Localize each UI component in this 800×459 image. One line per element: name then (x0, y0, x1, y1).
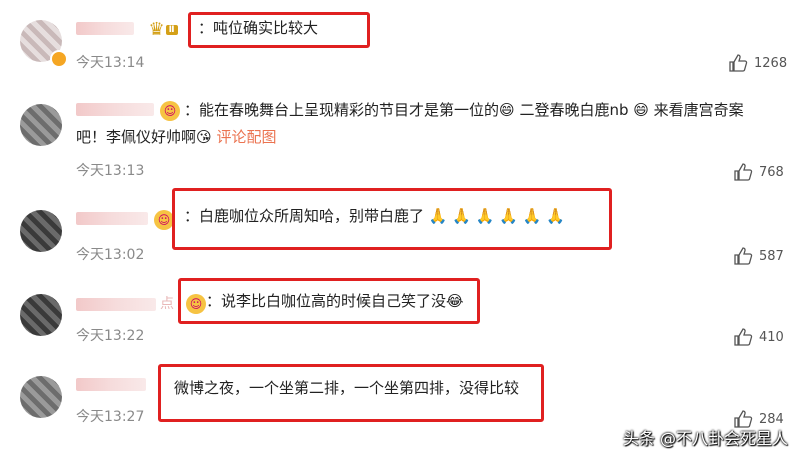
comment-time: 今天13:02 (76, 247, 145, 263)
avatar[interactable] (20, 294, 62, 336)
pray-emoji-icon: 🙏 🙏 🙏 🙏 🙏 🙏 (428, 207, 565, 225)
thumbs-up-icon (729, 54, 748, 72)
nickname-suffix: 点 (160, 296, 174, 312)
comment-text-line-2: 吧！李佩仪好帅啊😘 评论配图 (76, 124, 276, 150)
avatar[interactable] (20, 376, 62, 418)
like-button[interactable]: 587 (733, 247, 784, 265)
laughing-emoji-icon: 😄 (633, 101, 649, 119)
comment-text: ：吨位确实比较大 (198, 19, 319, 37)
like-button[interactable]: 410 (733, 328, 784, 346)
wink-emoji-icon: 😘 (196, 128, 212, 146)
avatar[interactable] (20, 104, 62, 146)
nickname[interactable] (76, 298, 156, 311)
comment-time: 今天13:14 (76, 55, 145, 71)
comment-text: ：白鹿咖位众所周知哈，别带白鹿了 🙏 🙏 🙏 🙏 🙏 🙏 (184, 203, 565, 229)
fan-badge-icon: ☺ (154, 210, 174, 230)
thumbs-up-icon (734, 163, 753, 181)
comment-image-link[interactable]: 评论配图 (216, 128, 276, 146)
like-count: 587 (759, 248, 784, 264)
nickname[interactable] (76, 212, 148, 225)
like-count: 1268 (754, 55, 788, 71)
comment-time: 今天13:13 (76, 163, 145, 179)
comment-text-line-1: ：能在春晚舞台上呈现精彩的节目才是第一位的😄 二登春晚白鹿nb 😄 来看唐宫奇案 (184, 97, 744, 123)
verified-badge-icon (50, 50, 68, 68)
comment-text: ：说李比白咖位高的时候自己笑了没😂 (206, 288, 464, 314)
fan-badge-icon: ☺ (160, 101, 180, 121)
nickname[interactable] (76, 378, 146, 391)
fan-level-badge-icon: ♛ Ⅱ (146, 20, 180, 40)
nickname[interactable] (76, 22, 134, 35)
comment-time: 今天13:22 (76, 328, 145, 344)
fan-badge-icon: ☺ (186, 294, 206, 314)
like-count: 410 (759, 329, 784, 345)
comment-time: 今天13:27 (76, 409, 145, 425)
like-count: 768 (759, 164, 784, 180)
like-button[interactable]: 768 (733, 163, 784, 181)
watermark: 头条 @不八卦会死星人 (622, 429, 788, 448)
laughing-emoji-icon: 😄 (499, 101, 515, 119)
thumbs-up-icon (734, 247, 753, 265)
like-button[interactable]: 1268 (728, 54, 787, 72)
laugh-cry-emoji-icon: 😂 (446, 292, 464, 310)
avatar[interactable] (20, 210, 62, 252)
nickname[interactable] (76, 103, 154, 116)
thumbs-up-icon (734, 328, 753, 346)
comment-text: 微博之夜，一个坐第二排，一个坐第四排，没得比较 (174, 379, 520, 397)
